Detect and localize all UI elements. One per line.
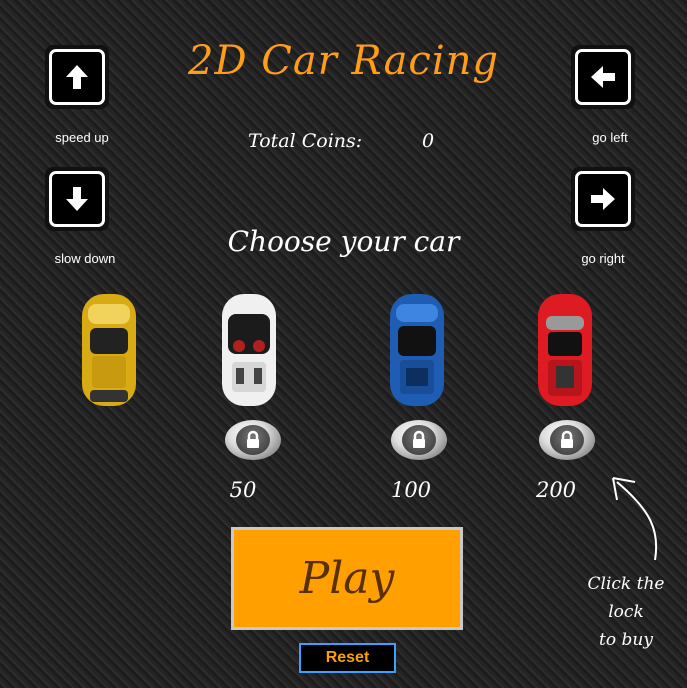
go-left-key [571,45,635,109]
buy-hint-line2: lock [608,602,644,622]
lock-icon [247,430,259,448]
lock-button-blue[interactable] [391,420,447,460]
blue-car-icon [390,294,444,406]
choose-car-heading: Choose your car [227,225,460,258]
lock-icon [413,430,425,448]
play-button[interactable]: Play [231,527,463,630]
yellow-car-icon [82,294,136,406]
lock-button-red[interactable] [539,420,595,460]
car-red[interactable] [534,290,596,415]
buy-hint-line1: Click the [587,574,665,594]
arrow-down-icon [66,187,88,211]
lock-button-white[interactable] [225,420,281,460]
lock-icon [561,430,573,448]
curved-arrow-icon [612,477,658,561]
total-coins-value: 0 [422,130,435,152]
go-right-key [571,167,635,231]
white-car-icon [222,294,276,406]
buy-hint-line3: to buy [599,630,653,650]
price-red: 200 [535,478,577,502]
slow-down-key [45,167,109,231]
car-white[interactable] [218,290,280,415]
arrow-left-icon [591,66,615,88]
speed-up-key [45,45,109,109]
price-white: 50 [229,478,257,502]
price-blue: 100 [390,478,432,502]
buy-hint: Click the lock to buy [576,570,676,654]
red-car-icon [538,294,592,406]
car-blue[interactable] [386,290,448,415]
arrow-up-icon [66,65,88,89]
total-coins-label: Total Coins: [248,130,363,152]
arrow-right-icon [591,188,615,210]
go-left-label: go left [592,130,628,145]
speed-up-label: speed up [55,130,109,145]
car-yellow[interactable] [78,290,140,415]
reset-button[interactable]: Reset [299,643,396,673]
